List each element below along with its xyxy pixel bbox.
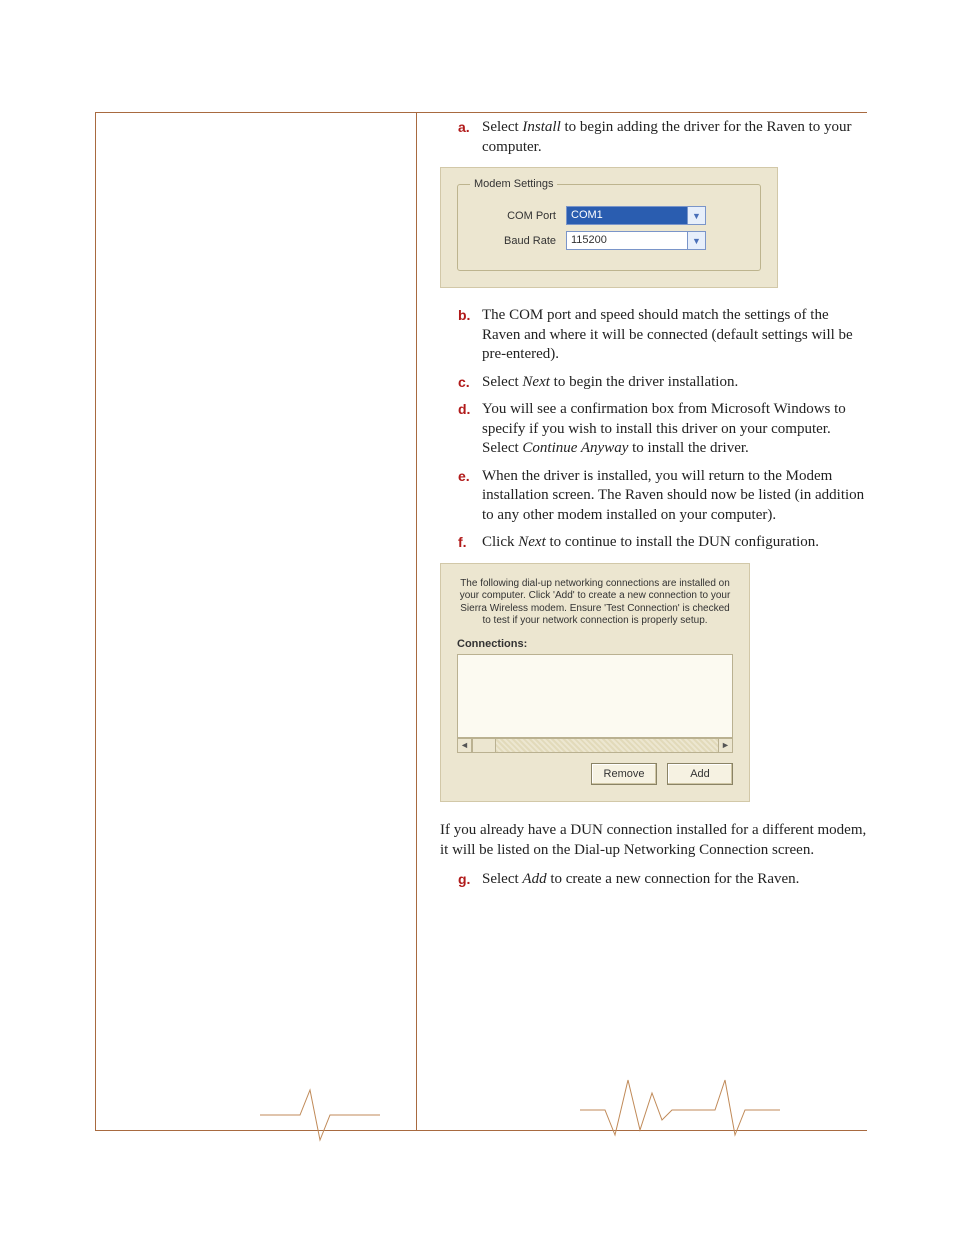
step-letter: c. [458,373,482,393]
step-body: Select Install to begin adding the drive… [482,118,867,157]
step-letter: a. [458,118,482,157]
step-g: g. Select Add to create a new connection… [458,870,867,890]
step-body: Click Next to continue to install the DU… [482,533,867,553]
chevron-down-icon[interactable]: ▼ [687,207,705,224]
chevron-down-icon[interactable]: ▼ [687,232,705,249]
dun-button-row: Remove Add [457,763,733,785]
scroll-right-icon[interactable]: ► [718,738,733,753]
com-port-row: COM Port COM1 ▼ [470,206,748,225]
baud-rate-row: Baud Rate 115200 ▼ [470,231,748,250]
step-c: c. Select Next to begin the driver insta… [458,373,867,393]
rule-top [95,112,867,113]
step-letter: e. [458,467,482,526]
add-button[interactable]: Add [667,763,733,785]
baud-rate-value: 115200 [567,232,687,249]
wave-decoration-2 [580,1075,780,1145]
step-body: You will see a confirmation box from Mic… [482,400,867,459]
step-letter: b. [458,306,482,365]
step-letter: f. [458,533,482,553]
baud-rate-combobox[interactable]: 115200 ▼ [566,231,706,250]
step-em: Add [522,871,546,887]
dun-screenshot: The following dial-up networking connect… [440,563,750,802]
document-page: a. Select Install to begin adding the dr… [0,0,954,1235]
step-b: b. The COM port and speed should match t… [458,306,867,365]
step-em: Next [518,534,546,550]
com-port-value: COM1 [567,207,687,224]
step-body: Select Next to begin the driver installa… [482,373,867,393]
modem-settings-legend: Modem Settings [470,178,557,190]
connections-listbox[interactable] [457,654,733,738]
step-text: Select [482,119,522,135]
com-port-label: COM Port [470,210,556,222]
step-text: Click [482,534,518,550]
step-body: When the driver is installed, you will r… [482,467,867,526]
step-body: The COM port and speed should match the … [482,306,867,365]
step-text: to continue to install the DUN configu­r… [546,534,819,550]
modem-settings-screenshot: Modem Settings COM Port COM1 ▼ Baud Rate… [440,167,778,288]
rule-mid [416,112,417,1130]
connections-label: Connections: [457,638,733,650]
step-em: Next [522,374,550,390]
scroll-left-icon[interactable]: ◄ [457,738,472,753]
step-text: Select [482,374,522,390]
scrollbar-track[interactable] [496,738,718,753]
step-f: f. Click Next to continue to install the… [458,533,867,553]
step-letter: d. [458,400,482,459]
step-text: Select [482,871,522,887]
horizontal-scrollbar[interactable]: ◄ ► [457,738,733,753]
modem-settings-fieldset: Modem Settings COM Port COM1 ▼ Baud Rate… [457,178,761,271]
baud-rate-label: Baud Rate [470,235,556,247]
step-d: d. You will see a confirmation box from … [458,400,867,459]
step-e: e. When the driver is installed, you wil… [458,467,867,526]
dun-intro-text: The following dial-up networking connect… [457,578,733,628]
step-em: Install [522,119,560,135]
content-column: a. Select Install to begin adding the dr… [440,118,867,898]
step-text: to create a new connection for the Raven… [547,871,800,887]
step-text: to begin the driver installation. [550,374,738,390]
step-body: Select Add to create a new connection fo… [482,870,867,890]
scrollbar-thumb[interactable] [472,738,496,753]
wave-decoration-1 [260,1085,380,1145]
rule-left [95,112,96,1130]
com-port-combobox[interactable]: COM1 ▼ [566,206,706,225]
step-a: a. Select Install to begin adding the dr… [458,118,867,157]
dun-note-paragraph: If you already have a DUN connection ins… [440,820,867,861]
remove-button[interactable]: Remove [591,763,657,785]
step-text: to install the driver. [628,440,748,456]
step-em: Continue Anyway [522,440,628,456]
step-letter: g. [458,870,482,890]
